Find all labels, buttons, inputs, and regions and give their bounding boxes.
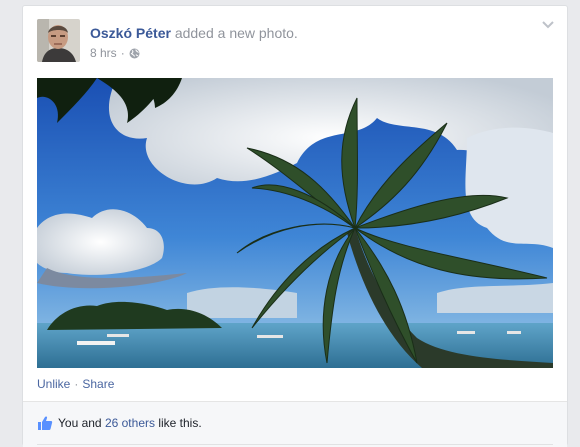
- likes-prefix: You and: [58, 416, 105, 430]
- others-link[interactable]: 26 others: [105, 416, 155, 430]
- author-name[interactable]: Oszkó Péter: [90, 25, 171, 41]
- likes-bar: You and 26 others like this.: [23, 401, 567, 447]
- post-meta: 8 hrs ·: [90, 45, 140, 61]
- thumbs-up-icon: [38, 416, 53, 430]
- likes-summary: You and 26 others like this.: [37, 415, 202, 431]
- post-actions: Unlike · Share: [37, 376, 114, 392]
- divider: [37, 444, 553, 445]
- post-photo[interactable]: [37, 78, 553, 368]
- likes-suffix: like this.: [155, 416, 202, 430]
- post-header: Oszkó Péter added a new photo.: [90, 24, 298, 42]
- globe-icon[interactable]: [129, 48, 140, 59]
- post-timestamp[interactable]: 8 hrs: [90, 45, 117, 61]
- chevron-down-icon[interactable]: [541, 20, 555, 30]
- share-link[interactable]: Share: [82, 376, 114, 392]
- unlike-link[interactable]: Unlike: [37, 376, 70, 392]
- news-feed-post: Oszkó Péter added a new photo. 8 hrs · U…: [22, 5, 568, 447]
- actions-separator: ·: [74, 377, 79, 391]
- meta-separator: ·: [120, 46, 125, 60]
- post-action-text: added a new photo.: [170, 25, 298, 41]
- avatar[interactable]: [37, 19, 80, 62]
